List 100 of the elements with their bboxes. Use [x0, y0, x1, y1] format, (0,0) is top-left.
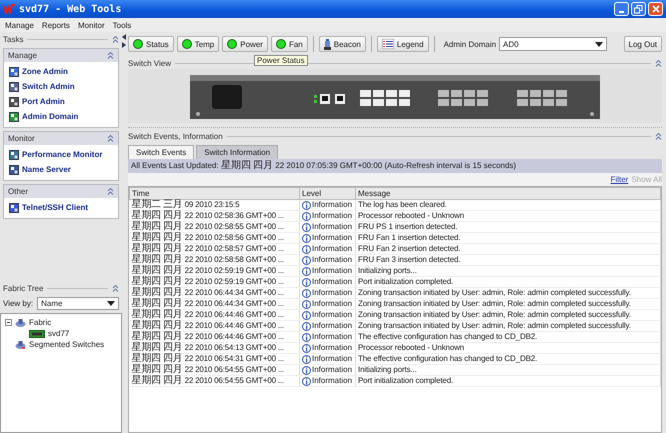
close-button[interactable] — [648, 2, 663, 16]
level-cell: Information — [312, 332, 352, 342]
view-by-dropdown[interactable]: Name — [37, 297, 119, 310]
time-cell: 星期四 四月 22 2010 06:54:13 GMT+00 ... — [130, 342, 300, 354]
task-link[interactable]: Performance Monitor — [22, 150, 102, 159]
message-cell: Initializing ports... — [356, 266, 660, 276]
tree-node[interactable]: svd77 — [48, 329, 70, 338]
tree-toggle-icon[interactable] — [5, 319, 12, 326]
time-cell: 星期四 四月 22 2010 06:54:55 GMT+00 ... — [130, 364, 300, 376]
task-link[interactable]: Telnet/SSH Client — [22, 203, 88, 212]
admin-domain-dropdown[interactable]: AD0 — [499, 37, 608, 51]
beacon-button[interactable]: Beacon — [318, 36, 366, 52]
level-cell: Information — [312, 222, 352, 232]
info-icon — [302, 310, 311, 320]
task-icon — [9, 66, 19, 76]
message-cell: The log has been cleared. — [356, 200, 660, 210]
info-icon — [302, 256, 311, 264]
level-cell: Information — [312, 255, 352, 265]
task-link[interactable]: Name Server — [22, 165, 71, 174]
group-title: Monitor — [8, 134, 35, 143]
time-cell: 星期四 四月 22 2010 06:44:46 GMT+00 ... — [130, 332, 300, 342]
info-icon — [302, 300, 311, 308]
column-header[interactable]: Message — [356, 188, 660, 200]
time-cell: 星期四 四月 22 2010 06:54:31 GMT+00 ... — [130, 354, 300, 364]
info-icon — [302, 376, 311, 386]
level-cell: Information — [312, 211, 352, 221]
section-title: Tasks — [3, 35, 24, 44]
task-icon — [9, 82, 19, 92]
legend-button[interactable]: Legend — [376, 36, 429, 52]
collapse-icon[interactable] — [107, 52, 114, 59]
restore-icon — [634, 4, 643, 14]
menu-item[interactable]: Tools — [112, 20, 132, 30]
dropdown-arrow-icon — [595, 42, 604, 46]
task-link[interactable]: Switch Admin — [22, 82, 75, 91]
menu-item[interactable]: Monitor — [78, 20, 105, 30]
task-icon — [9, 96, 19, 106]
filter-link[interactable]: Filter — [610, 175, 628, 184]
time-cell: 星期四 四月 22 2010 02:59:19 GMT+00 ... — [130, 266, 300, 276]
level-cell: Information — [312, 321, 352, 331]
window-title: svd77 - Web Tools — [19, 4, 122, 14]
log-out-button[interactable]: Log Out — [624, 36, 662, 52]
minimize-button[interactable] — [614, 2, 629, 16]
close-icon — [652, 5, 660, 13]
message-cell: Zoning transaction initiated by User: admin, Role: admin completed successfully. — [356, 320, 660, 332]
collapse-icon[interactable] — [655, 60, 662, 67]
legend-icon — [382, 39, 394, 49]
level-cell: Information — [312, 365, 352, 375]
group-title: Manage — [8, 51, 37, 60]
status-button[interactable]: Power — [222, 36, 268, 52]
level-cell: Information — [312, 376, 352, 386]
status-button[interactable]: Temp — [176, 36, 220, 52]
beacon-icon — [324, 38, 331, 50]
level-cell: Information — [312, 233, 352, 243]
tab[interactable]: Switch Information — [196, 145, 278, 159]
fabric-icon — [15, 318, 26, 328]
time-cell: 星期四 四月 22 2010 06:44:34 GMT+00 ... — [130, 288, 300, 298]
last-updated-text: All Events Last Updated: 星期四 四月 22 2010 07:05:39 GMT+00:00 (Auto-Refresh interval is 15 seconds) — [131, 161, 516, 170]
message-cell: Port initialization completed. — [356, 376, 660, 386]
restore-button[interactable] — [631, 2, 646, 16]
message-cell: Zoning transaction initiated by User: admin, Role: admin completed successfully. — [356, 310, 660, 320]
group-title: Other — [8, 187, 28, 196]
level-cell: Information — [312, 354, 352, 364]
admin-domain-label: Admin Domain — [444, 40, 496, 48]
task-icon — [9, 150, 19, 160]
time-cell: 星期四 四月 22 2010 02:59:19 GMT+00 ... — [130, 276, 300, 288]
task-link[interactable]: Admin Domain — [22, 112, 78, 121]
time-cell: 星期四 四月 22 2010 02:58:56 GMT+00 ... — [130, 232, 300, 244]
collapse-icon[interactable] — [655, 133, 662, 140]
collapse-icon[interactable] — [112, 285, 119, 292]
menu-item[interactable]: Reports — [42, 20, 70, 30]
tooltip: Power Status — [254, 55, 308, 66]
task-link[interactable]: Port Admin — [22, 97, 65, 106]
app-logo-icon — [3, 4, 15, 14]
info-icon — [302, 354, 311, 364]
column-header[interactable]: Level — [300, 188, 356, 200]
info-icon — [302, 222, 311, 232]
status-button[interactable]: Status — [128, 36, 174, 52]
time-cell: 星期四 四月 22 2010 06:44:34 GMT+00 ... — [130, 298, 300, 310]
tree-node[interactable]: Fabric — [29, 318, 52, 327]
time-cell: 星期二 三月 09 2010 23:15:5 — [130, 200, 300, 210]
info-icon — [302, 266, 311, 276]
collapse-icon[interactable] — [112, 36, 119, 43]
level-cell: Information — [312, 277, 352, 287]
view-by-label: View by: — [3, 299, 34, 308]
info-icon — [302, 244, 311, 254]
message-cell: The effective configuration has changed to CD_DB2. — [356, 354, 660, 364]
tab[interactable]: Switch Events — [128, 145, 194, 159]
message-cell: Port initialization completed. — [356, 276, 660, 288]
info-icon — [302, 200, 311, 210]
time-cell: 星期四 四月 22 2010 02:58:55 GMT+00 ... — [130, 222, 300, 232]
menu-item[interactable]: Manage — [5, 20, 34, 30]
section-title: Switch Events, Information — [128, 132, 223, 141]
tree-node[interactable]: Segmented Switches — [29, 340, 104, 349]
column-header[interactable]: Time — [130, 188, 300, 200]
task-link[interactable]: Zone Admin — [22, 67, 68, 76]
collapse-icon[interactable] — [107, 135, 114, 142]
message-cell: Initializing ports... — [356, 364, 660, 376]
message-cell: Processor rebooted - Unknown — [356, 210, 660, 222]
collapse-icon[interactable] — [107, 188, 114, 195]
status-button[interactable]: Fan — [270, 36, 308, 52]
